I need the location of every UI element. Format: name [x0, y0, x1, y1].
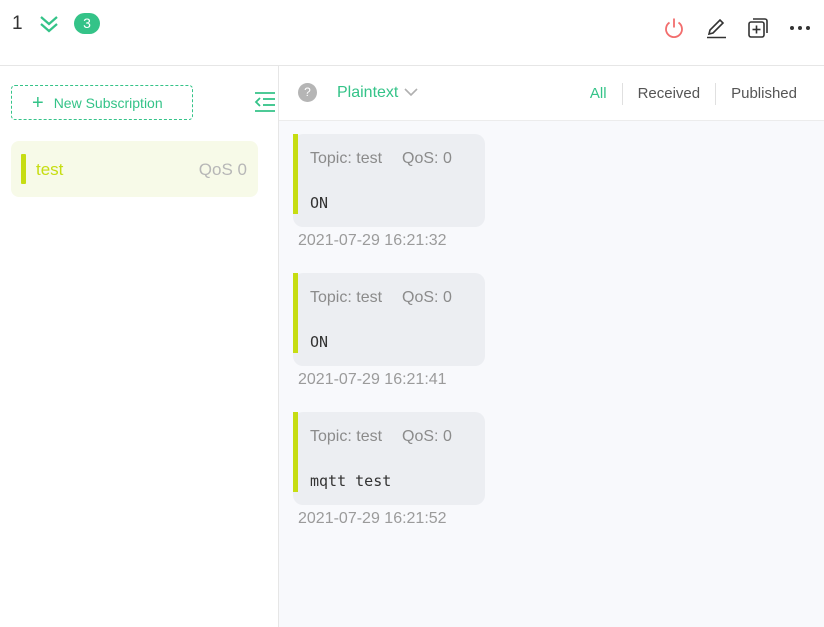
edit-icon[interactable]	[704, 16, 728, 40]
help-icon[interactable]: ?	[298, 83, 317, 102]
collapse-list-icon[interactable]	[253, 91, 277, 113]
message-item: Topic: test QoS: 0 ON 2021-07-29 16:21:4…	[293, 273, 486, 389]
tab-received[interactable]: Received	[621, 83, 716, 105]
new-subscription-button[interactable]: + New Subscription	[11, 85, 193, 120]
subscription-qos: QoS 0	[198, 160, 247, 179]
message-accent-bar	[293, 273, 298, 353]
unread-count-badge: 3	[74, 13, 100, 34]
plus-icon: +	[32, 91, 44, 114]
payload-format-select[interactable]: Plaintext	[337, 84, 418, 102]
message-time: 2021-07-29 16:21:52	[298, 510, 447, 527]
chevron-down-icon	[404, 84, 418, 102]
message-time: 2021-07-29 16:21:41	[298, 371, 447, 388]
tab-published[interactable]: Published	[715, 83, 812, 105]
tab-all[interactable]: All	[590, 83, 622, 105]
message-panel: ? Plaintext All Received Published Topic…	[279, 66, 824, 627]
message-bubble: Topic: test QoS: 0 mqtt test	[293, 412, 485, 505]
message-filter-bar: ? Plaintext All Received Published	[279, 66, 824, 121]
message-accent-bar	[293, 412, 298, 492]
message-item: Topic: test QoS: 0 ON 2021-07-29 16:21:3…	[293, 134, 486, 250]
message-bubble: Topic: test QoS: 0 ON	[293, 273, 485, 366]
header-actions	[662, 14, 812, 42]
connection-header: 1 3	[0, 0, 824, 66]
subscription-color-bar	[21, 154, 26, 184]
subscriptions-sidebar: + New Subscription test QoS 0	[0, 66, 279, 627]
message-payload: ON	[310, 194, 329, 212]
message-time: 2021-07-29 16:21:32	[298, 232, 447, 249]
message-topic: Topic: test	[310, 150, 383, 167]
message-type-tabs: All Received Published	[590, 83, 812, 105]
more-icon[interactable]	[788, 16, 812, 40]
message-payload: mqtt test	[310, 472, 392, 490]
subscription-topic: test	[36, 160, 64, 179]
double-chevron-down-icon[interactable]	[38, 13, 60, 35]
message-qos: QoS: 0	[402, 150, 452, 167]
message-qos: QoS: 0	[402, 289, 452, 306]
subscription-item-test[interactable]: test QoS 0	[11, 141, 258, 197]
new-subscription-label: New Subscription	[53, 94, 163, 111]
message-topic: Topic: test	[310, 289, 383, 306]
payload-format-value: Plaintext	[337, 84, 399, 101]
message-qos: QoS: 0	[402, 428, 452, 445]
new-window-icon[interactable]	[746, 16, 770, 40]
message-item: Topic: test QoS: 0 mqtt test 2021-07-29 …	[293, 412, 486, 528]
message-accent-bar	[293, 134, 298, 214]
connection-name: 1	[12, 13, 23, 34]
message-payload: ON	[310, 333, 329, 351]
message-bubble: Topic: test QoS: 0 ON	[293, 134, 485, 227]
message-topic: Topic: test	[310, 428, 383, 445]
power-icon[interactable]	[662, 16, 686, 40]
